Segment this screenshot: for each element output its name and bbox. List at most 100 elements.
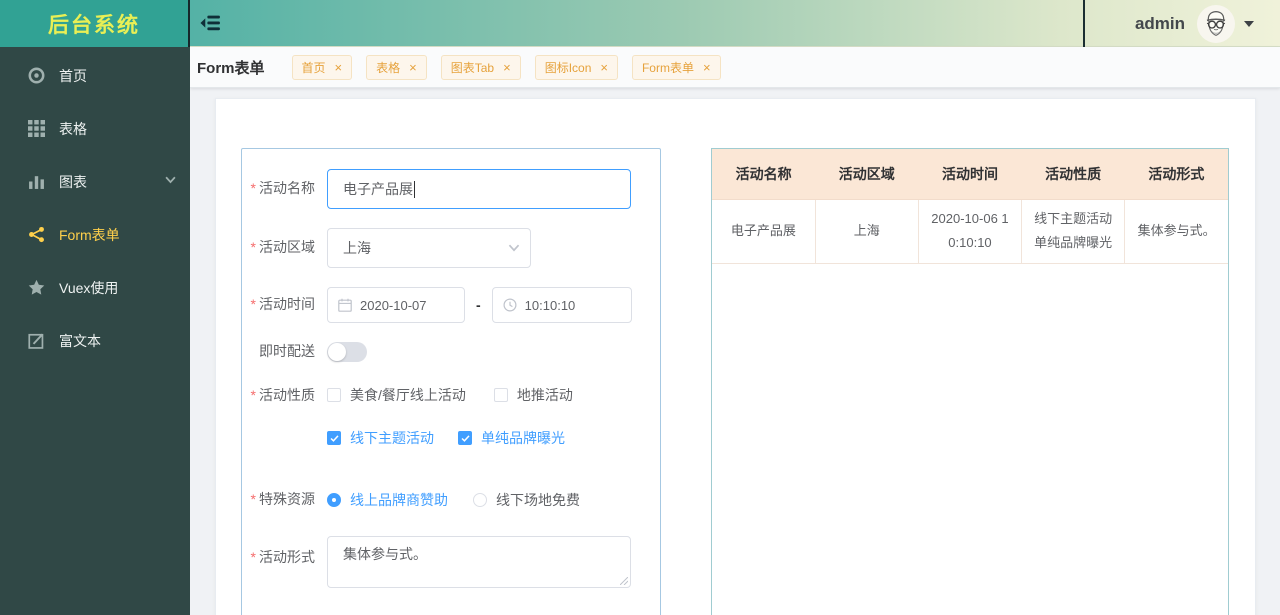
close-icon[interactable]: × [409, 61, 417, 74]
calendar-icon [338, 298, 352, 312]
activity-shape-value: 集体参与式。 [343, 546, 427, 562]
close-icon[interactable]: × [703, 61, 711, 74]
hamburger-icon[interactable] [199, 12, 222, 34]
field-label: *活动性质 [242, 387, 327, 405]
resize-handle-icon[interactable] [620, 577, 628, 585]
region-select-value: 上海 [343, 238, 371, 258]
chevron-down-icon [165, 176, 176, 187]
time-value: 10:10:10 [525, 298, 576, 313]
chart-icon [28, 173, 45, 190]
nature-row-2: 线下主题活动 单纯品牌曝光 [327, 428, 573, 448]
edit-icon [28, 332, 45, 349]
table-header-row: 活动名称 活动区域 活动时间 活动性质 活动形式 [712, 149, 1228, 199]
tab-tag-table[interactable]: 表格 × [366, 55, 427, 80]
delivery-toggle[interactable] [327, 342, 367, 362]
tab-tag-icon[interactable]: 图标Icon × [535, 55, 618, 80]
form-row-time: *活动时间 2020-10-07 - [242, 287, 660, 323]
form-row-resource: *特殊资源 线上品牌商赞助 线下场地免费 [242, 490, 660, 510]
activity-name-input[interactable]: 电子产品展 [327, 169, 631, 209]
sidebar-item-home[interactable]: 首页 [0, 49, 190, 102]
tag-label: Form表单 [642, 59, 694, 76]
checkbox-checked-icon [327, 431, 341, 445]
checkbox-offline-theme[interactable]: 线下主题活动 [327, 428, 434, 448]
close-icon[interactable]: × [503, 61, 511, 74]
sidebar-item-form[interactable]: Form表单 [0, 208, 190, 261]
required-marker: * [251, 549, 256, 565]
sidebar: 后台系统 首页 表格 图表 [0, 0, 190, 615]
sidebar-item-label: Form表单 [59, 225, 120, 245]
form-row-name: *活动名称 电子产品展 [242, 169, 660, 209]
field-label: *活动名称 [242, 180, 327, 198]
field-label: *活动区域 [242, 239, 327, 257]
column-header: 活动名称 [712, 149, 815, 199]
text-cursor [414, 181, 415, 198]
avatar[interactable] [1197, 5, 1235, 43]
close-icon[interactable]: × [335, 61, 343, 74]
page-title: Form表单 [197, 57, 265, 78]
table-cell: 集体参与式。 [1125, 199, 1228, 263]
required-marker: * [251, 491, 256, 507]
checkbox-label: 美食/餐厅线上活动 [350, 385, 466, 405]
radio-online-sponsor[interactable]: 线上品牌商赞助 [327, 490, 448, 510]
main-content: *活动名称 电子产品展 *活动区域 上海 *活动时间 [190, 88, 1280, 615]
column-header: 活动时间 [918, 149, 1021, 199]
activity-name-value: 电子产品展 [343, 179, 413, 199]
sidebar-item-label: 富文本 [59, 331, 101, 351]
checkbox-ground-promo[interactable]: 地推活动 [494, 385, 573, 405]
radio-label: 线下场地免费 [496, 490, 580, 510]
table-cell: 线下主题活动单纯品牌曝光 [1022, 199, 1125, 263]
activity-table-panel: 活动名称 活动区域 活动时间 活动性质 活动形式 电子产品展 上海 2020-1… [711, 148, 1229, 615]
table-icon [28, 120, 45, 137]
required-marker: * [251, 296, 256, 312]
region-select[interactable]: 上海 [327, 228, 531, 268]
required-marker: * [251, 180, 256, 196]
radio-selected-icon [327, 493, 341, 507]
sidebar-item-label: 图表 [59, 172, 87, 192]
sidebar-item-table[interactable]: 表格 [0, 102, 190, 155]
table-cell: 2020-10-06 10:10:10 [918, 199, 1021, 263]
checkbox-brand-exposure[interactable]: 单纯品牌曝光 [458, 428, 565, 448]
tab-tag-chart-tab[interactable]: 图表Tab × [441, 55, 521, 80]
sidebar-item-label: Vuex使用 [59, 278, 118, 298]
activity-shape-textarea[interactable]: 集体参与式。 [327, 536, 631, 588]
app-logo: 后台系统 [0, 0, 190, 47]
user-dropdown[interactable]: admin [1135, 0, 1254, 47]
tag-label: 图表Tab [451, 59, 494, 76]
table-cell: 电子产品展 [712, 199, 815, 263]
tabs-bar: Form表单 首页 × 表格 × 图表Tab × 图标Icon × Form表单… [190, 47, 1280, 88]
column-header: 活动性质 [1022, 149, 1125, 199]
form-row-delivery: 即时配送 [242, 342, 660, 362]
field-label: *活动时间 [242, 296, 327, 314]
form-row-nature: *活动性质 美食/餐厅线上活动 地推活动 [242, 385, 660, 448]
sidebar-nav: 首页 表格 图表 [0, 47, 190, 367]
caret-down-icon[interactable] [1244, 21, 1254, 27]
form-row-shape: *活动形式 集体参与式。 [242, 536, 660, 588]
radio-icon [473, 493, 487, 507]
date-picker-input[interactable]: 2020-10-07 [327, 287, 465, 323]
tab-tag-home[interactable]: 首页 × [292, 55, 353, 80]
date-value: 2020-10-07 [360, 298, 427, 313]
tag-label: 首页 [302, 59, 326, 76]
tab-tag-form[interactable]: Form表单 × [632, 55, 721, 80]
header-divider [1083, 0, 1085, 47]
activity-table: 活动名称 活动区域 活动时间 活动性质 活动形式 电子产品展 上海 2020-1… [712, 149, 1228, 264]
sidebar-item-label: 首页 [59, 66, 87, 86]
sidebar-item-label: 表格 [59, 119, 87, 139]
sidebar-item-vuex[interactable]: Vuex使用 [0, 261, 190, 314]
required-marker: * [251, 239, 256, 255]
checkbox-food-online[interactable]: 美食/餐厅线上活动 [327, 385, 466, 405]
required-marker: * [251, 387, 256, 403]
clock-icon [503, 298, 517, 312]
time-picker-input[interactable]: 10:10:10 [492, 287, 632, 323]
content-card: *活动名称 电子产品展 *活动区域 上海 *活动时间 [215, 98, 1256, 615]
radio-free-venue[interactable]: 线下场地免费 [473, 490, 580, 510]
tag-label: 图标Icon [545, 59, 592, 76]
checkbox-label: 单纯品牌曝光 [481, 428, 565, 448]
table-row: 电子产品展 上海 2020-10-06 10:10:10 线下主题活动单纯品牌曝… [712, 199, 1228, 263]
share-icon [28, 226, 45, 243]
sidebar-item-charts[interactable]: 图表 [0, 155, 190, 208]
nature-row-1: 美食/餐厅线上活动 地推活动 [327, 385, 573, 405]
nature-options: 美食/餐厅线上活动 地推活动 线下主题活动 [327, 385, 573, 448]
sidebar-item-richtext[interactable]: 富文本 [0, 314, 190, 367]
close-icon[interactable]: × [600, 61, 608, 74]
